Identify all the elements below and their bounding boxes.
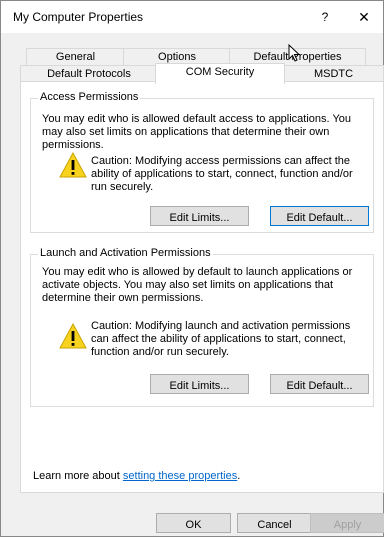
tab-default-protocols[interactable]: Default Protocols — [20, 65, 158, 82]
mouse-cursor-icon — [288, 44, 300, 62]
tab-com-security[interactable]: COM Security — [155, 63, 285, 84]
learn-more-suffix: . — [237, 470, 241, 482]
learn-more-prefix: Learn more about — [33, 470, 123, 482]
access-permissions-group: Access Permissions You may edit who is a… — [30, 91, 374, 233]
launch-description: You may edit who is allowed by default t… — [42, 266, 353, 304]
access-caution-text: Caution: Modifying access permissions ca… — [91, 155, 353, 193]
properties-dialog: My Computer Properties ? ✕ General Optio… — [0, 0, 384, 537]
apply-button[interactable]: Apply — [310, 513, 384, 533]
learn-more-link[interactable]: setting these properties — [123, 470, 237, 482]
launch-edit-default-button[interactable]: Edit Default... — [270, 374, 369, 394]
window-title: My Computer Properties — [13, 10, 144, 24]
cancel-button[interactable]: Cancel — [237, 513, 312, 533]
warning-icon — [59, 323, 87, 349]
close-button[interactable]: ✕ — [347, 5, 381, 29]
tab-label: Options — [158, 51, 196, 63]
title-bar: My Computer Properties ? ✕ — [1, 1, 383, 33]
warning-icon — [59, 152, 87, 178]
launch-permissions-group: Launch and Activation Permissions You ma… — [30, 247, 374, 407]
access-edit-default-button[interactable]: Edit Default... — [270, 206, 369, 226]
tab-label: MSDTC — [313, 68, 354, 80]
help-button[interactable]: ? — [308, 5, 342, 29]
tab-msdtc[interactable]: MSDTC — [283, 65, 384, 82]
access-description: You may edit who is allowed default acce… — [42, 113, 352, 151]
tab-general[interactable]: General — [26, 48, 125, 65]
learn-more: Learn more about setting these propertie… — [33, 470, 240, 482]
ok-button[interactable]: OK — [156, 513, 231, 533]
launch-edit-limits-button[interactable]: Edit Limits... — [150, 374, 249, 394]
tab-label: General — [55, 51, 96, 63]
tab-label: COM Security — [185, 66, 255, 78]
group-title: Launch and Activation Permissions — [38, 247, 213, 259]
tab-label: Default Protocols — [47, 68, 131, 80]
access-edit-limits-button[interactable]: Edit Limits... — [150, 206, 249, 226]
launch-caution-text: Caution: Modifying launch and activation… — [91, 320, 351, 358]
group-title: Access Permissions — [38, 91, 141, 103]
com-security-panel: Access Permissions You may edit who is a… — [20, 81, 384, 493]
